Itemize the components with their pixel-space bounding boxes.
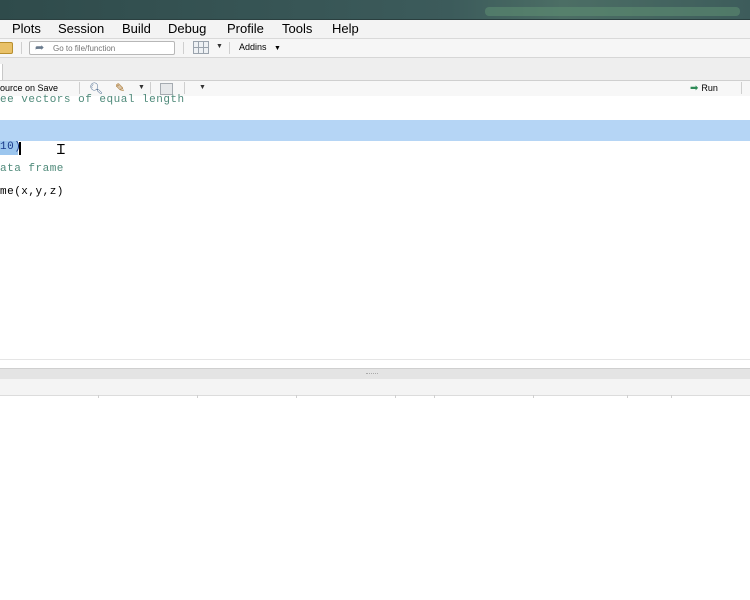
splitter-grip-icon xyxy=(366,373,378,376)
text-cursor xyxy=(19,142,21,155)
column-tick xyxy=(671,395,672,398)
menu-tools[interactable]: Tools xyxy=(282,21,312,37)
current-line-highlight xyxy=(0,120,750,141)
menu-bar: Plots Session Build Debug Profile Tools … xyxy=(0,20,750,39)
menu-help[interactable]: Help xyxy=(332,21,359,37)
toolbar-separator xyxy=(183,42,184,54)
toolbar-separator xyxy=(21,42,22,54)
goto-file-function-box[interactable]: ➦ xyxy=(29,41,175,55)
editor-bottom-border xyxy=(0,359,750,360)
toolbar-separator xyxy=(184,82,185,94)
toolbar-separator xyxy=(150,82,151,94)
column-tick xyxy=(197,395,198,398)
ibeam-cursor-icon: Ɪ xyxy=(57,142,65,158)
title-bar-blurred-content xyxy=(485,7,740,16)
editor-tab-strip xyxy=(0,58,750,81)
run-label: Run xyxy=(701,83,718,93)
chevron-down-icon: ▼ xyxy=(274,45,281,52)
menu-session[interactable]: Session xyxy=(58,21,104,37)
console-pane-header xyxy=(0,379,750,398)
code-line: me(x,y,z) xyxy=(0,186,64,198)
toolbar-separator xyxy=(79,82,80,94)
addins-button[interactable]: Addins ▼ xyxy=(239,42,281,52)
menu-build[interactable]: Build xyxy=(122,21,151,37)
code-line-comment: ee vectors of equal length xyxy=(0,94,185,106)
column-tick xyxy=(533,395,534,398)
column-tick xyxy=(627,395,628,398)
column-tick xyxy=(434,395,435,398)
column-tick xyxy=(296,395,297,398)
code-line-comment: ata frame xyxy=(0,163,64,175)
go-to-arrow-icon: ➦ xyxy=(35,42,45,54)
menu-plots[interactable]: Plots xyxy=(12,21,41,37)
main-toolbar: ➦ ▼ Addins ▼ xyxy=(0,39,750,58)
code-editor[interactable]: ee vectors of equal length 10) Ɪ ata fra… xyxy=(0,94,750,359)
toolbar-separator xyxy=(741,82,742,94)
workspace-panes-icon[interactable] xyxy=(193,41,209,54)
menu-profile[interactable]: Profile xyxy=(227,21,264,37)
source-on-save-checkbox[interactable]: ource on Save xyxy=(0,83,58,93)
run-arrow-icon: ➡ xyxy=(690,83,699,94)
goto-file-function-input[interactable] xyxy=(53,42,171,54)
chevron-down-icon[interactable]: ▼ xyxy=(199,84,206,91)
column-tick xyxy=(395,395,396,398)
column-tick xyxy=(98,395,99,398)
run-button[interactable]: ➡ Run xyxy=(690,83,718,94)
addins-label: Addins xyxy=(239,42,267,52)
window-title-bar xyxy=(0,0,750,20)
open-folder-icon[interactable] xyxy=(0,42,13,54)
toolbar-separator xyxy=(229,42,230,54)
chevron-down-icon[interactable]: ▼ xyxy=(138,84,145,91)
editor-tab[interactable] xyxy=(0,64,3,80)
code-tools-wand-icon[interactable]: ✎ xyxy=(115,81,125,95)
menu-debug[interactable]: Debug xyxy=(168,21,206,37)
source-on-save-label: ource on Save xyxy=(0,83,59,93)
chevron-down-icon[interactable]: ▼ xyxy=(216,43,223,50)
